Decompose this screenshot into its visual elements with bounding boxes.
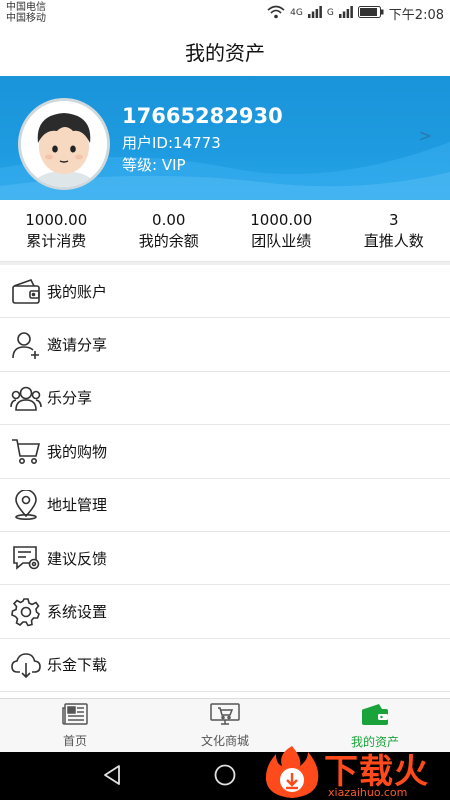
network-type-1: 4G [290, 8, 303, 18]
stat-value: 0.00 [152, 210, 186, 229]
network-type-2: G [326, 8, 334, 18]
menu-item-my-shopping[interactable]: 我的购物 [0, 425, 450, 479]
battery-icon [357, 5, 384, 21]
status-indicators: 4G G 下午2:08 [267, 4, 444, 23]
menu-item-label: 我的购物 [47, 442, 108, 461]
status-bar: 中国电信 中国移动 4G G 下午2:08 [0, 0, 450, 26]
stat-total-spend[interactable]: 1000.00 累计消费 [0, 200, 113, 261]
cart-icon [10, 435, 42, 467]
menu-item-address-management[interactable]: 地址管理 [0, 479, 450, 532]
back-icon[interactable] [101, 764, 123, 790]
stat-label: 团队业绩 [251, 231, 312, 250]
feedback-icon [10, 542, 42, 574]
user-phone: 17665282930 [122, 104, 283, 128]
menu-item-download[interactable]: 乐金下载 [0, 639, 450, 693]
menu-item-my-account[interactable]: 我的账户 [0, 265, 450, 319]
menu-item-system-settings[interactable]: 系统设置 [0, 585, 450, 639]
menu-item-label: 乐金下载 [47, 656, 108, 675]
menu-item-label: 地址管理 [47, 496, 108, 515]
user-id: 用户ID:14773 [122, 134, 221, 152]
watermark-url: xiazaihuo.com [328, 786, 408, 799]
location-icon [10, 489, 42, 521]
stat-label: 直推人数 [363, 231, 424, 250]
menu-list: 我的账户 邀请分享 乐分享 我的购物 地址管理 建议反馈 系统设置 乐金下载 [0, 265, 450, 693]
carrier-1: 中国电信 [6, 2, 46, 13]
menu-item-invite-share[interactable]: 邀请分享 [0, 318, 450, 372]
signal-icon [307, 5, 322, 21]
wallet-icon [361, 702, 389, 730]
stats-row: 1000.00 累计消费 0.00 我的余额 1000.00 团队业绩 3 直推… [0, 200, 450, 262]
header: 我的资产 [0, 26, 450, 76]
stat-label: 我的余额 [138, 231, 199, 250]
group-icon [10, 382, 42, 414]
carrier-info: 中国电信 中国移动 [6, 2, 46, 24]
wallet-icon [10, 275, 42, 307]
stat-value: 3 [388, 210, 399, 229]
shop-icon [210, 702, 240, 729]
add-user-icon [10, 329, 42, 361]
tab-home[interactable]: 首页 [0, 699, 150, 752]
menu-item-label: 系统设置 [47, 603, 108, 622]
stat-direct-referrals[interactable]: 3 直推人数 [338, 200, 450, 261]
stat-balance[interactable]: 0.00 我的余额 [113, 200, 226, 261]
tab-label: 首页 [62, 733, 87, 748]
clock: 下午2:08 [388, 7, 444, 23]
stat-value: 1000.00 [250, 210, 313, 229]
avatar[interactable] [18, 98, 110, 190]
tab-label: 文化商城 [200, 733, 249, 748]
menu-item-label: 乐分享 [47, 389, 93, 408]
newspaper-icon [62, 702, 88, 729]
menu-item-label: 邀请分享 [47, 336, 108, 355]
stat-value: 1000.00 [25, 210, 88, 229]
menu-item-label: 我的账户 [47, 282, 108, 301]
wifi-icon [267, 5, 285, 22]
carrier-2: 中国移动 [6, 13, 46, 24]
home-icon[interactable] [214, 764, 236, 790]
watermark-logo: 下载火 xiazaihuo.com [262, 744, 450, 800]
flame-logo-icon [265, 746, 319, 798]
signal-icon-2 [338, 5, 353, 21]
user-level: 等级: VIP [122, 156, 186, 174]
profile-banner[interactable]: 17665282930 用户ID:14773 等级: VIP > [0, 76, 450, 200]
menu-item-label: 建议反馈 [47, 549, 108, 568]
chevron-right-icon[interactable]: > [419, 126, 432, 145]
cloud-download-icon [10, 649, 42, 681]
stat-label: 累计消费 [26, 231, 87, 250]
gear-icon [10, 596, 42, 628]
menu-item-le-share[interactable]: 乐分享 [0, 372, 450, 426]
page-title: 我的资产 [185, 40, 265, 65]
menu-item-feedback[interactable]: 建议反馈 [0, 532, 450, 586]
stat-team-performance[interactable]: 1000.00 团队业绩 [225, 200, 338, 261]
